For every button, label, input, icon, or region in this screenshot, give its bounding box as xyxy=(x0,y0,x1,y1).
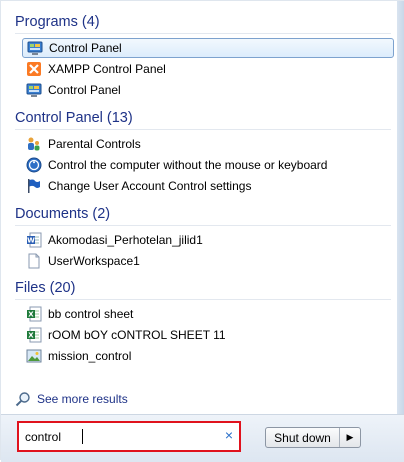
group-header-programs[interactable]: Programs (4) xyxy=(15,14,100,30)
result-parental-controls[interactable]: Parental Controls xyxy=(22,134,394,154)
xampp-icon xyxy=(26,61,42,77)
result-label: Change User Account Control settings xyxy=(48,179,252,193)
group-divider xyxy=(15,299,391,300)
svg-text:X: X xyxy=(28,332,34,340)
see-more-label: See more results xyxy=(37,392,128,406)
result-akomodasi-document[interactable]: W Akomodasi_Perhotelan_jilid1 xyxy=(22,230,394,250)
result-label: Akomodasi_Perhotelan_jilid1 xyxy=(48,233,203,247)
result-label: bb control sheet xyxy=(48,307,134,321)
result-userworkspace-document[interactable]: UserWorkspace1 xyxy=(22,251,394,271)
result-label: rOOM bOY cONTROL SHEET 11 xyxy=(48,328,226,342)
image-file-icon xyxy=(26,348,42,364)
search-input[interactable] xyxy=(25,428,211,446)
result-label: UserWorkspace1 xyxy=(48,254,140,268)
result-label: XAMPP Control Panel xyxy=(48,62,166,76)
start-menu: Programs (4) Control Panel XAMPP Control… xyxy=(0,0,404,462)
group-header-documents[interactable]: Documents (2) xyxy=(15,206,110,222)
result-xampp-control-panel[interactable]: XAMPP Control Panel xyxy=(22,59,394,79)
clear-x-icon[interactable]: × xyxy=(225,427,233,443)
result-label: Control the computer without the mouse o… xyxy=(48,158,328,172)
result-label: mission_control xyxy=(48,349,132,363)
result-room-boy-control-sheet[interactable]: X rOOM bOY cONTROL SHEET 11 xyxy=(22,325,394,345)
parental-controls-icon xyxy=(26,136,42,152)
shutdown-button-group: Shut down ▶ xyxy=(265,427,361,448)
group-header-control-panel[interactable]: Control Panel (13) xyxy=(15,110,133,126)
result-mission-control[interactable]: mission_control xyxy=(22,346,394,366)
result-bb-control-sheet[interactable]: X bb control sheet xyxy=(22,304,394,324)
group-divider xyxy=(15,33,391,34)
group-header-files[interactable]: Files (20) xyxy=(15,280,75,296)
control-panel-icon xyxy=(27,40,43,56)
result-control-panel-2[interactable]: Control Panel xyxy=(22,80,394,100)
see-more-results-link[interactable]: See more results xyxy=(15,391,128,407)
result-ease-of-access[interactable]: Control the computer without the mouse o… xyxy=(22,155,394,175)
ease-of-access-icon xyxy=(26,157,42,173)
group-divider xyxy=(15,129,391,130)
word-document-icon: W xyxy=(26,232,42,248)
svg-text:X: X xyxy=(28,311,34,319)
search-box[interactable]: × xyxy=(17,421,241,452)
result-label: Control Panel xyxy=(49,41,122,55)
search-results-pane: Programs (4) Control Panel XAMPP Control… xyxy=(1,1,397,413)
result-control-panel-1[interactable]: Control Panel xyxy=(22,38,394,58)
uac-flag-icon xyxy=(26,178,42,194)
arrow-right-icon[interactable]: ▶ xyxy=(340,428,360,447)
excel-document-icon: X xyxy=(26,327,42,343)
result-label: Control Panel xyxy=(48,83,121,97)
excel-document-icon: X xyxy=(26,306,42,322)
text-caret xyxy=(82,429,83,444)
right-pane-edge xyxy=(397,1,404,414)
result-label: Parental Controls xyxy=(48,137,141,151)
result-uac-settings[interactable]: Change User Account Control settings xyxy=(22,176,394,196)
blank-document-icon xyxy=(26,253,42,269)
shutdown-button[interactable]: Shut down xyxy=(266,428,340,447)
svg-text:W: W xyxy=(27,237,35,245)
magnifier-icon xyxy=(15,391,31,407)
group-divider xyxy=(15,225,391,226)
control-panel-icon xyxy=(26,82,42,98)
